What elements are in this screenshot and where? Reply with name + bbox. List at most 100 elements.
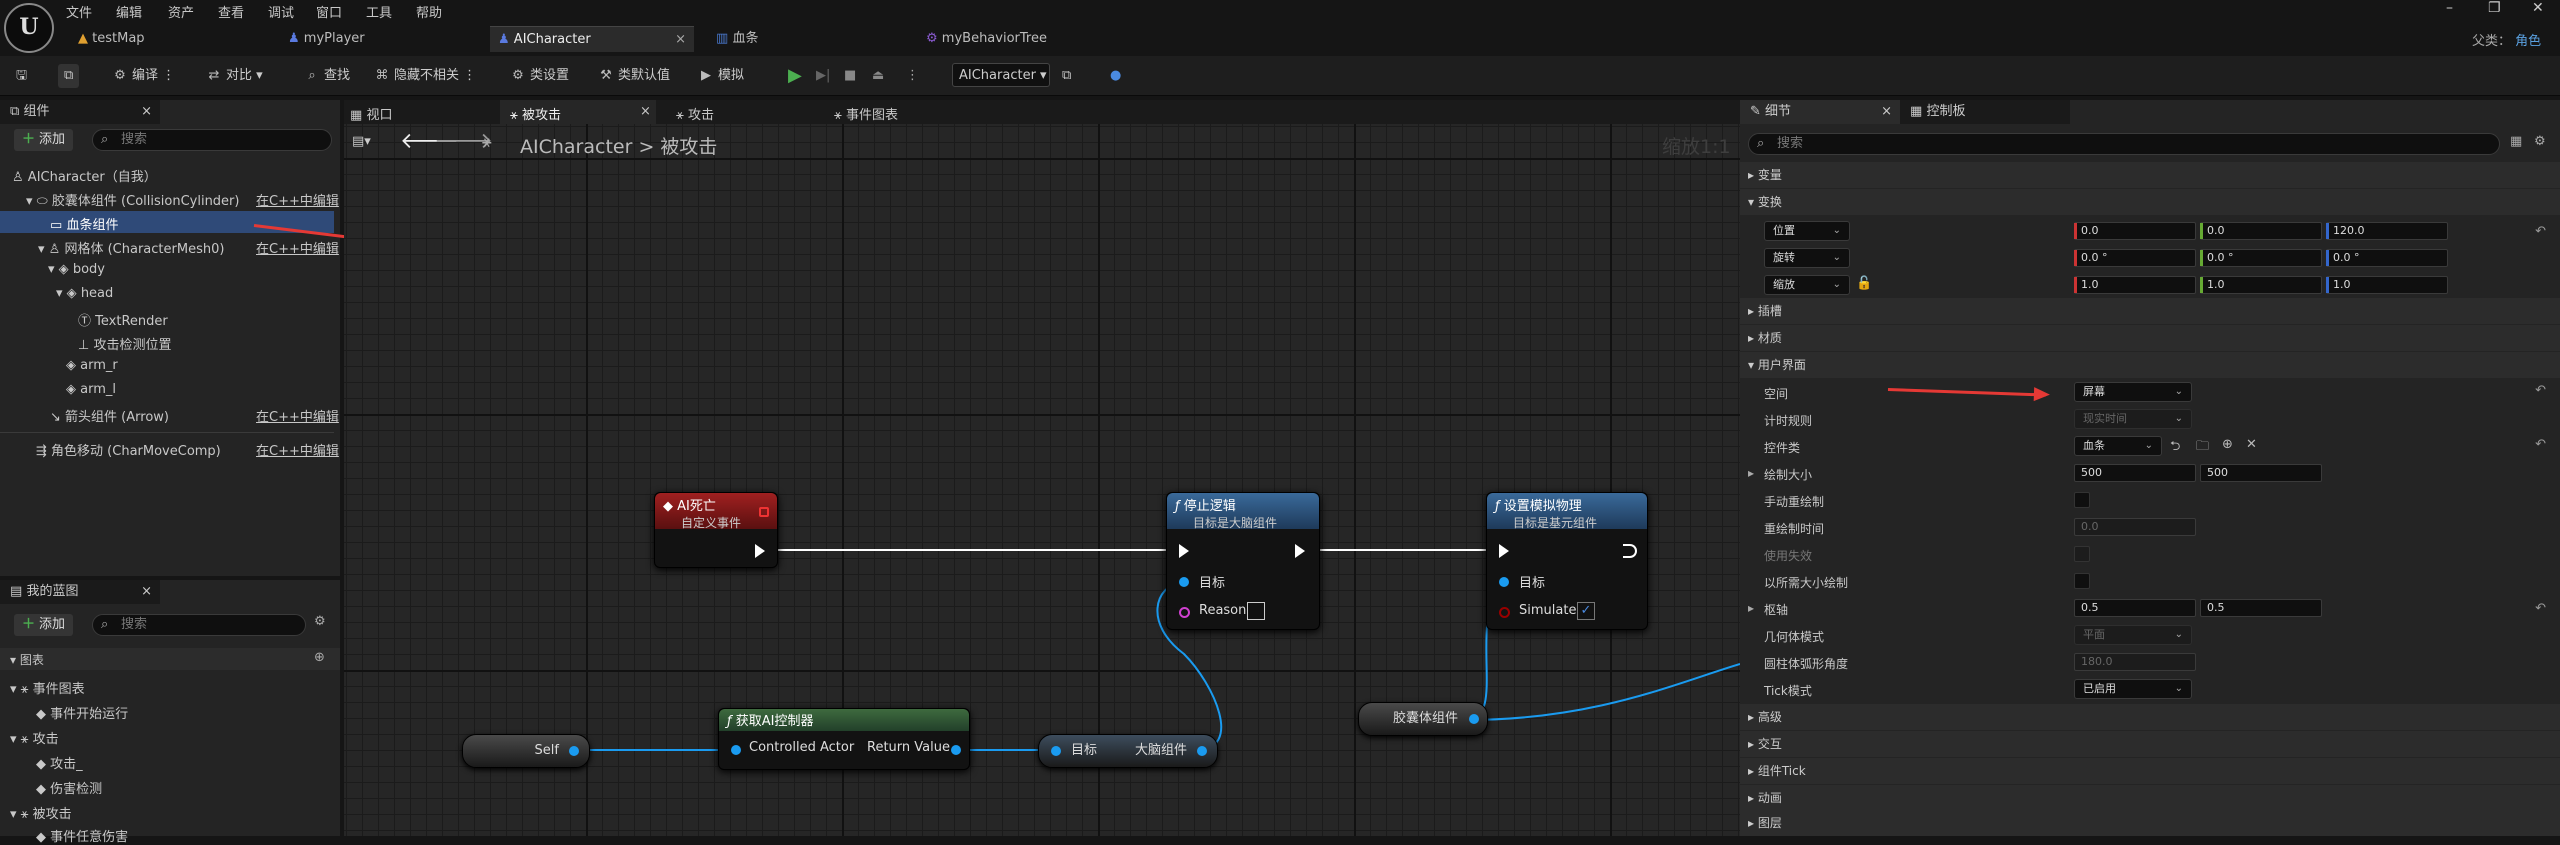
close-panel-icon[interactable]: × [141, 580, 152, 604]
component-item[interactable]: ↘ 箭头组件 (Arrow) [50, 406, 169, 425]
pivot-y-input[interactable]: 0.5 [2200, 599, 2322, 617]
target-pin[interactable] [1499, 577, 1509, 587]
exec-out-pin[interactable] [755, 544, 765, 558]
edit-in-cpp-link[interactable]: 在C++中编辑 [256, 440, 339, 459]
add-graph-icon[interactable]: ⊕ [314, 650, 325, 665]
get-ai-controller-node[interactable]: ƒ 获取AI控制器 Controlled Actor Return Value [718, 708, 970, 770]
tab-healthbar[interactable]: ▥ 血条 [708, 26, 908, 52]
debug-object-select[interactable]: AICharacter ▾ [952, 63, 1050, 87]
tab-aicharacter[interactable]: ♟ AICharacter × [490, 26, 694, 52]
tab-attack[interactable]: ⚹ 攻击 [676, 104, 714, 123]
space-select[interactable]: 屏幕 ⌄ [2074, 382, 2192, 402]
return-value-pin[interactable] [951, 745, 961, 755]
graph-item[interactable]: ▾ ⚹ 被攻击 [10, 803, 72, 822]
menu-window[interactable]: 窗口 [316, 2, 342, 21]
reset-icon[interactable]: ↶ [2535, 601, 2546, 616]
self-out-pin[interactable] [569, 746, 579, 756]
lock-icon[interactable]: 🔓 [1856, 276, 1872, 291]
target-pin[interactable] [1051, 746, 1061, 756]
draw-at-desired-checkbox[interactable] [2074, 573, 2090, 589]
close-tab-icon[interactable]: × [640, 104, 651, 119]
reset-icon[interactable]: ↶ [2535, 224, 2546, 239]
edit-in-cpp-link[interactable]: 在C++中编辑 [256, 406, 339, 425]
use-invalidation-checkbox[interactable] [2074, 546, 2090, 562]
simulate-button[interactable]: ▶ 模拟 [698, 64, 744, 88]
edit-in-cpp-link[interactable]: 在C++中编辑 [256, 238, 339, 257]
parent-class-value[interactable]: 角色 [2515, 34, 2541, 49]
reason-input[interactable] [1247, 602, 1265, 620]
simulate-checkbox[interactable]: ✓ [1577, 602, 1595, 620]
stop-logic-node[interactable]: ƒ 停止逻辑 目标是大脑组件 目标 Reason [1166, 492, 1320, 630]
scale-mode-select[interactable]: 缩放 ⌄ [1764, 275, 1850, 295]
browse-folder-icon[interactable]: 🗀 [2196, 437, 2209, 459]
section-user-interface[interactable]: ▾ 用户界面 [1740, 352, 2560, 378]
section-transform[interactable]: ▾ 变换 [1740, 189, 2560, 215]
minimize-icon[interactable]: – [2446, 0, 2453, 16]
close-tab-icon[interactable]: × [675, 27, 686, 53]
component-item[interactable]: ♙ AICharacter（自我） [12, 166, 157, 185]
section-animation[interactable]: ▸ 动画 [1740, 785, 2560, 811]
add-icon[interactable]: ⊕ [2222, 437, 2233, 452]
tab-event-graph[interactable]: ⚹ 事件图表 [834, 104, 898, 123]
section-advanced[interactable]: ▸ 高级 [1740, 704, 2560, 730]
close-window-icon[interactable]: ✕ [2532, 0, 2544, 16]
rotation-y-input[interactable]: 0.0 ° [2200, 249, 2322, 267]
maximize-icon[interactable]: ❐ [2488, 0, 2501, 16]
delegate-pin[interactable] [759, 507, 769, 517]
tab-testmap[interactable]: ▲ testMap [70, 26, 270, 52]
expand-icon[interactable]: ▸ [1748, 466, 1754, 480]
blueprint-search-input[interactable]: ⌕ 搜索 [92, 614, 306, 636]
component-item[interactable]: ⇶ 角色移动 (CharMoveComp) [36, 440, 221, 459]
menu-debug[interactable]: 调试 [268, 2, 294, 21]
redraw-time-input[interactable]: 0.0 [2074, 518, 2196, 536]
class-defaults-button[interactable]: ⚒ 类默认值 [598, 64, 670, 88]
add-member-button[interactable]: ＋添加 [14, 614, 74, 636]
simulate-pin[interactable] [1499, 607, 1510, 618]
component-item[interactable]: ▾ ◈ head [56, 286, 113, 301]
menu-help[interactable]: 帮助 [416, 2, 442, 21]
tick-mode-select[interactable]: 已启用 ⌄ [2074, 679, 2192, 699]
rotation-mode-select[interactable]: 旋转 ⌄ [1764, 248, 1850, 268]
exec-out-pin[interactable] [1295, 544, 1305, 558]
target-pin[interactable] [1179, 577, 1189, 587]
debug-filter-icon[interactable]: ⧉ [1062, 64, 1071, 88]
clear-icon[interactable]: ✕ [2246, 437, 2257, 452]
capsule-component-node[interactable]: 胶囊体组件 [1358, 702, 1488, 736]
components-search-input[interactable]: ⌕ 搜索 [92, 129, 332, 151]
unreal-logo[interactable]: U [4, 3, 54, 53]
exec-in-pin[interactable] [1179, 544, 1189, 558]
scale-z-input[interactable]: 1.0 [2326, 276, 2448, 294]
exec-in-pin[interactable] [1499, 544, 1509, 558]
timing-policy-select[interactable]: 现实时间 ⌄ [2074, 409, 2192, 429]
section-variables[interactable]: ▸ 变量 [1740, 162, 2560, 188]
component-item[interactable]: ◈ arm_l [66, 382, 116, 397]
reason-pin[interactable] [1179, 607, 1190, 618]
cylinder-arc-input[interactable]: 180.0 [2074, 653, 2196, 671]
brain-out-pin[interactable] [1197, 746, 1207, 756]
menu-assets[interactable]: 资产 [168, 2, 194, 21]
graphs-section[interactable] [0, 648, 340, 670]
globe-icon[interactable]: ● [1110, 64, 1121, 88]
settings-gear-icon[interactable]: ⚙ [314, 614, 326, 629]
scale-x-input[interactable]: 1.0 [2074, 276, 2196, 294]
self-node[interactable]: Self [462, 734, 590, 768]
rotation-x-input[interactable]: 0.0 ° [2074, 249, 2196, 267]
capsule-out-pin[interactable] [1469, 714, 1479, 724]
controlled-actor-pin[interactable] [731, 745, 741, 755]
component-item[interactable]: ▾ ◈ body [48, 262, 105, 277]
hide-unrelated-button[interactable]: ⌘ 隐藏不相关 ⋮ [374, 64, 477, 88]
more-icon[interactable]: ⋮ [906, 64, 919, 88]
graph-item[interactable]: ◆ 伤害检测 [36, 778, 102, 797]
expand-icon[interactable]: ▸ [1748, 601, 1754, 615]
menu-tools[interactable]: 工具 [366, 2, 392, 21]
component-item-selected[interactable]: ▭ 血条组件 [50, 214, 118, 233]
component-item[interactable]: ▾ ♙ 网格体 (CharacterMesh0) [38, 238, 224, 257]
use-selected-icon[interactable]: ⮌ [2170, 437, 2180, 459]
compile-button[interactable]: ⚙ 编译 ⋮ [112, 64, 175, 88]
section-materials[interactable]: ▸ 材质 [1740, 325, 2560, 351]
tab-attacked[interactable]: ⚹ 被攻击 [510, 104, 561, 123]
find-button[interactable]: ⌕ 查找 [304, 64, 350, 88]
draw-size-x-input[interactable]: 500 [2074, 464, 2196, 482]
edit-in-cpp-link[interactable]: 在C++中编辑 [256, 190, 339, 209]
add-component-button[interactable]: ＋添加 [14, 129, 74, 151]
